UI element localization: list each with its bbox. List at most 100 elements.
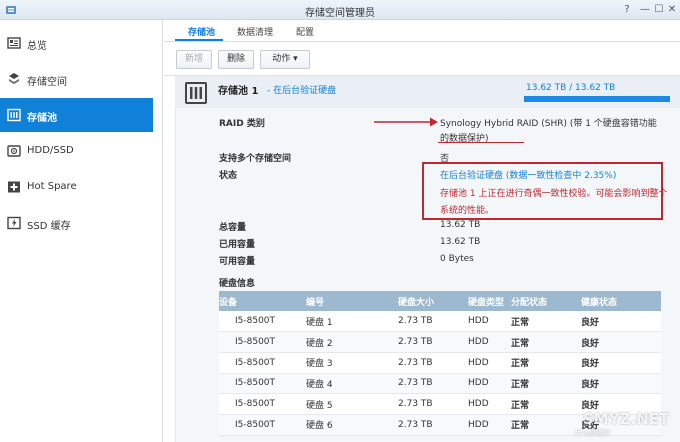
watermark: SMYZ.NET (583, 410, 670, 428)
cell-device: I5-8500T (219, 352, 306, 374)
sidebar-item-hdd-ssd[interactable]: HDD/SSD (0, 134, 153, 168)
multi-volume-label: 支持多个存储空间 (219, 154, 292, 164)
free-capacity-label: 可用容量 (219, 257, 256, 267)
sidebar-item-overview[interactable]: 总览 (0, 26, 153, 60)
storage-pool-icon (7, 108, 21, 122)
annotation-arrow (374, 117, 438, 127)
table-row[interactable]: I5-8500T 硬盘 4 2.73 TB HDD 正常 良好 (219, 373, 661, 395)
total-capacity-label: 总容量 (219, 223, 247, 233)
cell-size: 2.73 TB (398, 311, 468, 333)
sidebar-item-storage-pool[interactable]: 存储池 (0, 98, 153, 132)
sidebar-item-volume[interactable]: 存储空间 (0, 62, 153, 96)
close-icon[interactable]: ✕ (665, 3, 679, 17)
help-icon[interactable]: ? (620, 3, 634, 17)
cell-number: 硬盘 5 (306, 393, 398, 415)
sidebar-item-hot-spare[interactable]: Hot Spare (0, 170, 153, 204)
cell-type: HDD (468, 311, 511, 333)
watermark-sub: 什么值得买 (575, 429, 610, 437)
cell-health: 良好 (581, 331, 661, 353)
delete-button[interactable]: 删除 (218, 50, 254, 69)
cell-type: HDD (468, 331, 511, 353)
cell-health: 良好 (581, 352, 661, 374)
capacity-bar (524, 96, 670, 102)
cell-size: 2.73 TB (398, 331, 468, 353)
minimize-icon[interactable]: — (638, 3, 652, 17)
active-tab-indicator (175, 39, 223, 41)
cell-device: I5-8500T (219, 414, 306, 436)
cell-allocation: 正常 (511, 311, 581, 333)
total-capacity-value: 13.62 TB (440, 220, 481, 230)
maximize-icon[interactable]: ☐ (652, 3, 666, 17)
capacity-bar-fill (524, 96, 670, 102)
column-header-health[interactable]: 健康状态 (581, 291, 661, 311)
sidebar-item-label: 总览 (27, 41, 47, 52)
toolbar: 新增 删除 动作 ▾ (164, 43, 680, 76)
tab-settings[interactable]: 配置 (296, 25, 314, 38)
cell-allocation: 正常 (511, 414, 581, 436)
capacity-text: 13.62 TB / 13.62 TB (526, 83, 616, 93)
column-header-type[interactable]: 硬盘类型 (468, 291, 511, 311)
cell-type: HDD (468, 352, 511, 374)
cell-number: 硬盘 4 (306, 373, 398, 395)
cell-number: 硬盘 1 (306, 311, 398, 333)
cell-size: 2.73 TB (398, 414, 468, 436)
column-header-device[interactable]: 设备 (219, 291, 306, 311)
hot-spare-icon (8, 181, 20, 193)
table-row[interactable]: I5-8500T 硬盘 3 2.73 TB HDD 正常 良好 (219, 352, 661, 374)
sidebar-item-label: HDD/SSD (27, 145, 74, 156)
sidebar: 总览 存储空间 存储池 HDD/SSD Hot Spare SSD 缓存 (0, 20, 163, 442)
used-capacity-label: 已用容量 (219, 240, 256, 250)
overview-icon (7, 37, 21, 49)
cell-type: HDD (468, 393, 511, 415)
sidebar-item-ssd-cache[interactable]: SSD 缓存 (0, 206, 153, 240)
cell-device: I5-8500T (219, 373, 306, 395)
cell-size: 2.73 TB (398, 373, 468, 395)
status-warning-cont: 系统的性能。 (440, 206, 495, 216)
action-dropdown-button[interactable]: 动作 ▾ (260, 50, 310, 69)
status-value: 在后台验证硬盘 (数据一致性检查中 2.35%) (440, 171, 617, 181)
sidebar-item-label: SSD 缓存 (27, 221, 71, 232)
new-button[interactable]: 新增 (176, 50, 212, 69)
window-titlebar: 存储空间管理员 ? — ☐ ✕ (0, 0, 680, 20)
cell-number: 硬盘 6 (306, 414, 398, 436)
cell-device: I5-8500T (219, 331, 306, 353)
tab-bar: 存储池 数据清理 配置 (164, 20, 680, 42)
cell-number: 硬盘 3 (306, 352, 398, 374)
column-header-size[interactable]: 硬盘大小 (398, 291, 468, 311)
cell-health: 良好 (581, 311, 661, 333)
disk-info-title: 硬盘信息 (219, 279, 256, 289)
cell-number: 硬盘 2 (306, 331, 398, 353)
cell-size: 2.73 TB (398, 352, 468, 374)
sidebar-item-label: Hot Spare (27, 181, 77, 192)
cell-health: 良好 (581, 373, 661, 395)
table-row[interactable]: I5-8500T 硬盘 2 2.73 TB HDD 正常 良好 (219, 331, 661, 353)
table-header-row: 设备 编号 硬盘大小 硬盘类型 分配状态 健康状态 (219, 291, 661, 311)
table-row[interactable]: I5-8500T 硬盘 1 2.73 TB HDD 正常 良好 (219, 311, 661, 333)
cell-device: I5-8500T (219, 393, 306, 415)
sidebar-item-label: 存储空间 (27, 77, 67, 88)
cell-allocation: 正常 (511, 393, 581, 415)
tab-storage-pool[interactable]: 存储池 (188, 25, 215, 38)
cell-device: I5-8500T (219, 311, 306, 333)
cell-allocation: 正常 (511, 373, 581, 395)
cell-type: HDD (468, 373, 511, 395)
window-title: 存储空间管理员 (305, 8, 375, 19)
column-header-allocation[interactable]: 分配状态 (511, 291, 581, 311)
cell-type: HDD (468, 414, 511, 436)
hdd-icon (7, 145, 21, 157)
column-header-number[interactable]: 编号 (306, 291, 398, 311)
annotation-underline (438, 142, 524, 143)
pool-status-subtitle: - 在后台验证硬盘 (267, 86, 337, 96)
storage-pool-icon (185, 82, 207, 104)
tab-data-scrubbing[interactable]: 数据清理 (237, 25, 273, 38)
pool-title: 存储池 1 (218, 86, 259, 97)
volume-icon (9, 73, 19, 84)
cell-allocation: 正常 (511, 331, 581, 353)
raid-type-label: RAID 类别 (219, 119, 265, 129)
status-warning: 存储池 1 上正在进行奇偶一致性校验。可能会影响到整个 (440, 189, 668, 199)
cell-allocation: 正常 (511, 352, 581, 374)
ssd-cache-icon (7, 216, 21, 230)
cell-size: 2.73 TB (398, 393, 468, 415)
free-capacity-value: 0 Bytes (440, 254, 474, 264)
status-label: 状态 (219, 171, 238, 181)
